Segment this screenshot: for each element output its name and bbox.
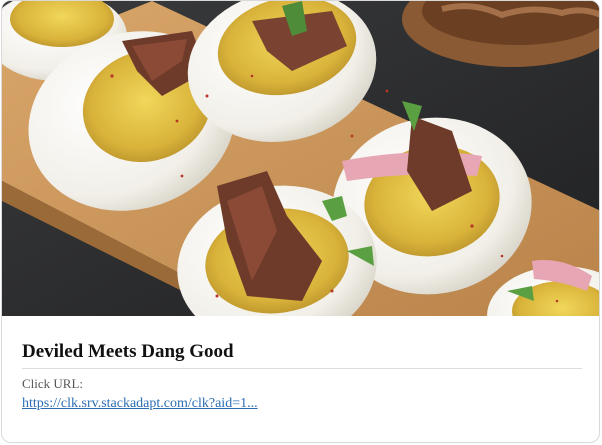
ad-title[interactable]: Deviled Meets Dang Good	[22, 340, 582, 369]
deviled-eggs-photo	[2, 1, 599, 316]
click-url-link[interactable]: https://clk.srv.stackadapt.com/clk?aid=1…	[22, 395, 258, 413]
ad-image[interactable]	[2, 1, 599, 316]
ad-details: Deviled Meets Dang Good Click URL: https…	[22, 316, 582, 413]
ad-card: Deviled Meets Dang Good Click URL: https…	[1, 0, 600, 443]
click-url-label: Click URL:	[22, 376, 84, 391]
